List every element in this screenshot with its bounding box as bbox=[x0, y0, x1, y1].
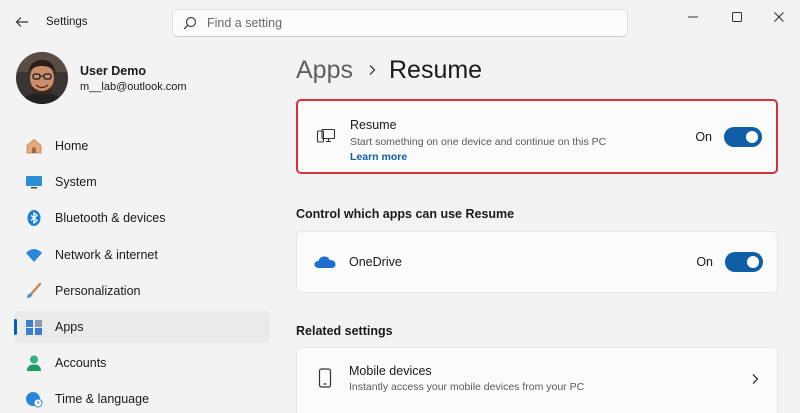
sidebar-item-label: Time & language bbox=[55, 392, 150, 407]
sidebar-item-label: Personalization bbox=[55, 283, 141, 298]
breadcrumb-separator-icon bbox=[367, 64, 377, 76]
search-box[interactable] bbox=[172, 9, 628, 37]
user-profile[interactable]: User Demo m__lab@outlook.com bbox=[16, 52, 187, 104]
sidebar-nav: Home System Bluetooth & devices Network … bbox=[14, 130, 270, 413]
sidebar-item-apps[interactable]: Apps bbox=[14, 310, 270, 343]
devices-continue-icon bbox=[314, 125, 338, 149]
avatar bbox=[16, 52, 68, 104]
chevron-right-icon bbox=[751, 372, 759, 390]
mobile-devices-description: Instantly access your mobile devices fro… bbox=[349, 381, 585, 393]
close-icon bbox=[774, 12, 784, 22]
resume-toggle-label: On bbox=[695, 130, 712, 144]
apps-section-heading: Control which apps can use Resume bbox=[296, 207, 515, 221]
sidebar-item-system[interactable]: System bbox=[14, 166, 270, 198]
resume-toggle[interactable] bbox=[724, 127, 762, 147]
apps-icon bbox=[24, 317, 44, 337]
brush-icon bbox=[24, 281, 44, 301]
onedrive-cloud-icon bbox=[313, 250, 337, 274]
page-title: Resume bbox=[388, 55, 483, 84]
onedrive-name: OneDrive bbox=[349, 255, 402, 269]
breadcrumb: Apps Resume bbox=[296, 52, 482, 88]
title-bar: Settings bbox=[0, 0, 800, 46]
sidebar-item-network[interactable]: Network & internet bbox=[14, 239, 270, 271]
sidebar-item-accounts[interactable]: Accounts bbox=[14, 347, 270, 379]
learn-more-link[interactable]: Learn more bbox=[350, 151, 407, 163]
app-title: Settings bbox=[46, 16, 88, 28]
sidebar-item-home[interactable]: Home bbox=[14, 130, 270, 162]
minimize-button[interactable] bbox=[676, 6, 710, 28]
user-email: m__lab@outlook.com bbox=[80, 80, 187, 93]
maximize-button[interactable] bbox=[720, 6, 754, 28]
onedrive-toggle[interactable] bbox=[725, 252, 763, 272]
onedrive-setting-card: OneDrive On bbox=[296, 231, 778, 293]
sidebar-item-personalization[interactable]: Personalization bbox=[14, 275, 270, 307]
sidebar-item-label: Accounts bbox=[55, 356, 107, 371]
search-input[interactable] bbox=[207, 16, 607, 30]
sidebar-item-time-language[interactable]: Time & language bbox=[14, 383, 270, 413]
avatar-portrait-icon bbox=[16, 52, 68, 104]
monitor-icon bbox=[24, 172, 44, 192]
back-button[interactable] bbox=[10, 10, 34, 34]
user-name: User Demo bbox=[80, 63, 146, 78]
sidebar-item-bluetooth[interactable]: Bluetooth & devices bbox=[14, 202, 270, 234]
globe-clock-icon bbox=[24, 389, 44, 409]
related-settings-heading: Related settings bbox=[296, 324, 393, 338]
sidebar-item-label: Home bbox=[55, 139, 89, 153]
wifi-icon bbox=[24, 245, 44, 265]
resume-description: Start something on one device and contin… bbox=[350, 136, 607, 148]
minimize-icon bbox=[688, 16, 698, 18]
resume-setting-card: Resume Start something on one device and… bbox=[296, 99, 778, 174]
home-icon bbox=[24, 136, 44, 156]
onedrive-toggle-group: On bbox=[696, 252, 763, 272]
sidebar-item-label: System bbox=[55, 175, 97, 190]
bluetooth-icon bbox=[24, 208, 44, 228]
resume-title: Resume bbox=[350, 118, 397, 132]
sidebar-item-label: Apps bbox=[55, 319, 84, 334]
sidebar-item-label: Network & internet bbox=[55, 247, 158, 262]
mobile-phone-icon bbox=[313, 366, 337, 390]
maximize-icon bbox=[732, 12, 742, 22]
sidebar-item-label: Bluetooth & devices bbox=[55, 211, 166, 226]
back-arrow-icon bbox=[15, 17, 28, 27]
mobile-devices-card[interactable]: Mobile devices Instantly access your mob… bbox=[296, 347, 778, 413]
breadcrumb-parent[interactable]: Apps bbox=[296, 56, 353, 85]
close-button[interactable] bbox=[762, 6, 796, 28]
search-icon bbox=[183, 16, 197, 30]
onedrive-toggle-label: On bbox=[696, 255, 713, 269]
person-icon bbox=[24, 353, 44, 373]
mobile-devices-title: Mobile devices bbox=[349, 364, 432, 378]
resume-toggle-group: On bbox=[695, 127, 762, 147]
